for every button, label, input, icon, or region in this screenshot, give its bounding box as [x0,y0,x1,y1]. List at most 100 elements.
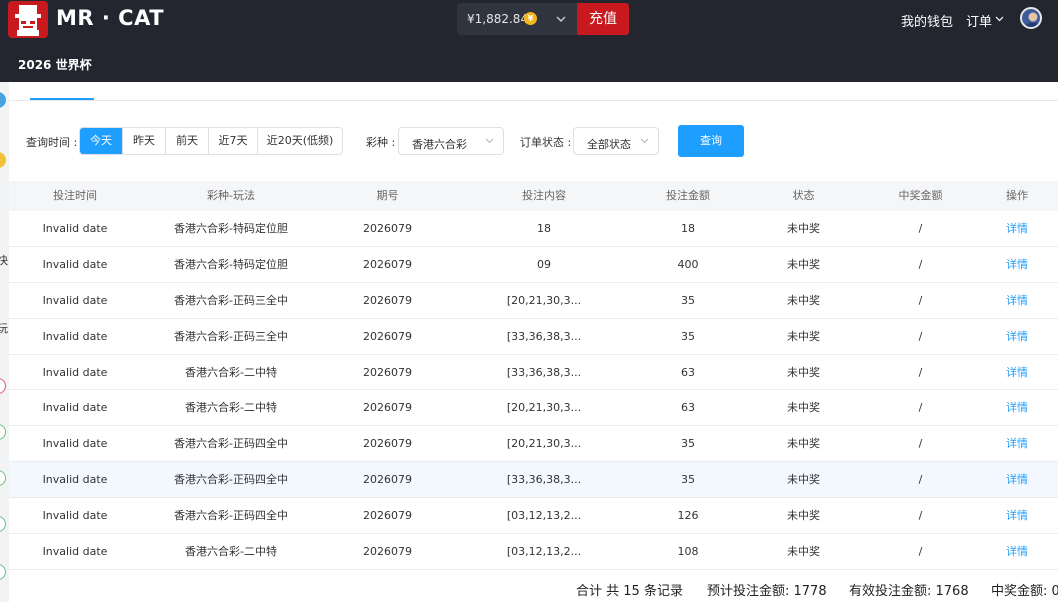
balance-dropdown[interactable]: ¥1,882.84 ¥ [457,3,577,35]
bet-content-cell: [33,36,38,3... [506,329,582,343]
bet-amount-cell: 63 [681,401,695,415]
day-option-today[interactable]: 今天 [80,128,123,154]
day-option-20-days[interactable]: 近20天(低频) [258,128,342,154]
status-cell: 未中奖 [787,437,820,451]
status-cell: 未中奖 [787,365,820,379]
details-link[interactable]: 详情 [976,319,1058,354]
bet-content-cell: [33,36,38,3... [506,365,582,379]
query-time-label: 查询时间 : [26,136,78,149]
column-header: 投注金额 [666,189,710,202]
issue-cell: 2026079 [363,365,412,379]
lottery-play-cell: 香港六合彩-特码定位胆 [174,257,288,271]
day-option-day-before[interactable]: 前天 [166,128,209,154]
table-row: Invalid date 香港六合彩-二中特 2026079 [03,12,13,2.… [9,534,1058,570]
bet-time-cell: Invalid date [42,509,108,523]
bet-amount-cell: 35 [681,329,695,343]
day-option-7-days[interactable]: 近7天 [209,128,258,154]
issue-cell: 2026079 [363,509,412,523]
bet-time-cell: Invalid date [42,473,108,487]
bet-content-cell: 09 [537,257,551,271]
column-header: 投注时间 [53,189,97,202]
issue-cell: 2026079 [363,545,412,559]
order-status-select-value: 全部状态 [587,138,631,151]
bet-amount-cell: 18 [681,222,695,235]
column-header: 投注内容 [522,189,566,202]
details-link[interactable]: 详情 [976,534,1058,569]
issue-cell: 2026079 [363,437,412,451]
bet-time-cell: Invalid date [42,545,108,559]
win-amount-cell: / [918,222,923,235]
sidebar-dot-icon [0,424,6,440]
active-tab-indicator [30,98,94,100]
bet-content-cell: [03,12,13,2... [506,545,582,559]
column-header: 彩种-玩法 [207,189,255,202]
bet-amount-cell: 35 [681,293,695,307]
column-header: 状态 [792,189,815,202]
lottery-play-cell: 香港六合彩-正码四全中 [174,437,288,451]
bet-content-cell: [20,21,30,3... [506,293,582,307]
left-sidebar-edge: 快 玩 [0,82,9,602]
details-link[interactable]: 详情 [976,390,1058,425]
details-link[interactable]: 详情 [976,247,1058,282]
column-header: 期号 [376,189,399,202]
order-status-label: 订单状态 : [520,136,572,149]
issue-cell: 2026079 [363,329,412,343]
status-cell: 未中奖 [787,401,820,415]
table-row: Invalid date 香港六合彩-正码三全中 2026079 [20,21,30,… [9,282,1058,319]
details-link[interactable]: 详情 [976,498,1058,533]
record-tabs [9,82,1058,101]
bet-time-cell: Invalid date [42,365,108,379]
status-cell: 未中奖 [787,293,820,307]
day-option-yesterday[interactable]: 昨天 [123,128,166,154]
bet-amount-cell: 108 [677,545,699,559]
my-wallet-link[interactable]: 我的钱包 [901,11,953,30]
bet-time-cell: Invalid date [42,293,108,307]
issue-cell: 2026079 [363,257,412,271]
sidebar-char: 玩 [0,322,8,335]
recharge-button[interactable]: 充值 [577,3,629,35]
status-cell: 未中奖 [787,545,820,559]
status-cell: 未中奖 [787,257,820,271]
table-row: Invalid date 香港六合彩-正码四全中 2026079 [03,12,13,… [9,498,1058,535]
valid-bet-total: 有效投注金额: 1768 [849,584,969,599]
table-row: Invalid date 香港六合彩-正码四全中 2026079 [20,21,30,… [9,426,1058,463]
total-records: 合计 共 15 条记录 [576,584,683,599]
win-amount-cell: / [918,437,923,451]
lottery-play-cell: 香港六合彩-二中特 [185,401,277,415]
win-amount-total: 中奖金额: 0 [991,584,1058,599]
subnav-world-cup[interactable]: 2026 世界杯 [18,56,92,73]
lottery-label: 彩种 : [366,136,396,149]
win-amount-cell: / [918,473,923,487]
details-link[interactable]: 详情 [976,426,1058,461]
details-link[interactable]: 详情 [976,283,1058,318]
sidebar-dot-icon [0,470,6,486]
query-button[interactable]: 查询 [678,125,744,157]
details-link[interactable]: 详情 [976,355,1058,390]
table-row: Invalid date 香港六合彩-正码四全中 2026079 [33,36,38,… [9,462,1058,499]
order-status-select[interactable]: 全部状态 [573,127,659,155]
chevron-down-icon [995,16,1004,22]
status-cell: 未中奖 [787,222,820,235]
bet-time-cell: Invalid date [42,401,108,415]
user-avatar[interactable] [1020,7,1042,29]
details-link[interactable]: 详情 [976,211,1058,246]
bet-time-cell: Invalid date [42,257,108,271]
sidebar-dot-icon [0,564,6,580]
lottery-select[interactable]: 香港六合彩 [398,127,504,155]
table-row: Invalid date 香港六合彩-特码定位胆 2026079 18 18 未中奖 / 详情 [9,211,1058,247]
brand-logo-icon[interactable] [8,1,48,38]
top-header: MR · CAT ¥1,882.84 ¥ 充值 我的钱包 订单 2026 世界杯 [0,0,1058,82]
bet-amount-cell: 35 [681,437,695,451]
details-link[interactable]: 详情 [976,462,1058,497]
issue-cell: 2026079 [363,222,412,235]
chevron-down-icon [640,138,649,144]
win-amount-cell: / [918,509,923,523]
lottery-play-cell: 香港六合彩-正码四全中 [174,473,288,487]
orders-menu[interactable]: 订单 [966,11,992,30]
table-header: 投注时间 彩种-玩法 期号 投注内容 投注金额 状态 中奖金额 操作 [9,181,1058,211]
win-amount-cell: / [918,401,923,415]
status-cell: 未中奖 [787,509,820,523]
sidebar-dot-icon [0,378,6,394]
lottery-play-cell: 香港六合彩-正码三全中 [174,293,288,307]
chevron-down-icon [556,16,566,22]
